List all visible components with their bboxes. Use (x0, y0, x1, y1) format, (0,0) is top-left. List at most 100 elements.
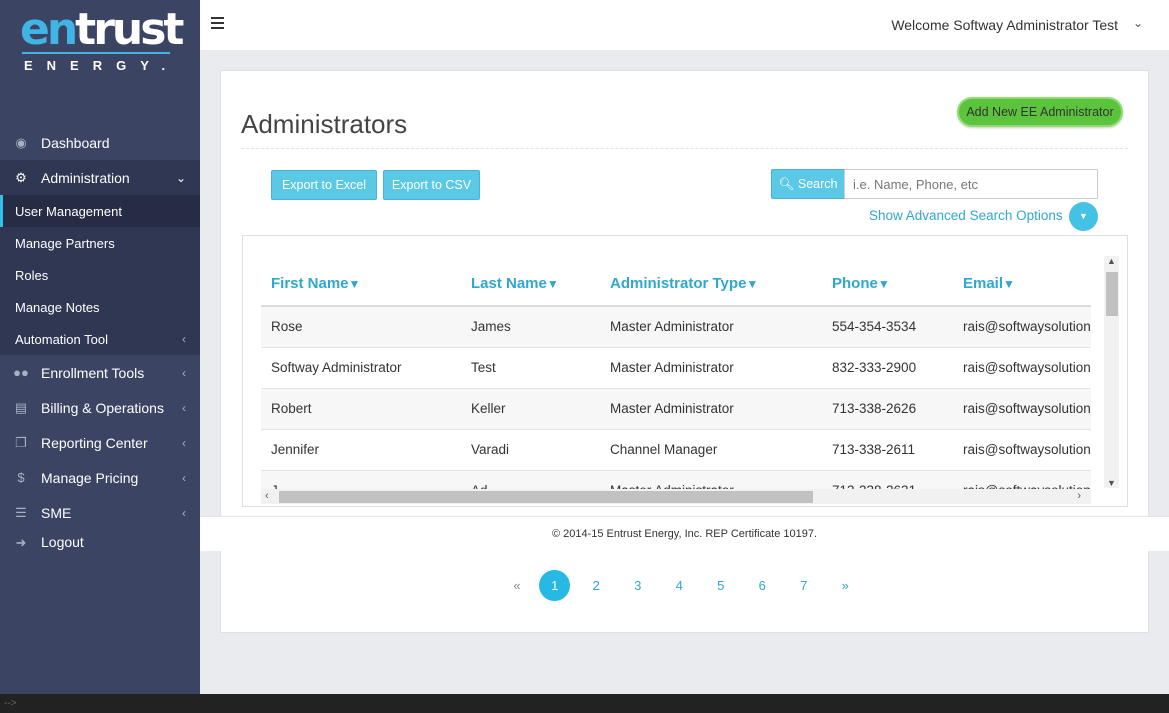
pagination-page-1[interactable]: 1 (534, 569, 576, 601)
filter-icon[interactable]: ▼ (746, 277, 758, 291)
cell-phone: 554-354-3534 (822, 306, 953, 348)
vertical-scroll-thumb[interactable] (1106, 272, 1118, 316)
cell-first-name: Rose (261, 306, 461, 348)
pagination-page-3[interactable]: 3 (617, 578, 659, 593)
sidebar-nav: ◉ Dashboard ⚙ Administration ⌄ User Mana… (0, 125, 200, 550)
column-header-last-name[interactable]: Last Name▼ (461, 262, 600, 307)
sidebar-subitem-label: User Management (15, 203, 122, 219)
current-page-indicator[interactable]: 1 (539, 569, 571, 601)
export-excel-button[interactable]: Export to Excel (271, 170, 377, 200)
pagination-page-7[interactable]: 7 (783, 578, 825, 593)
table-horizontal-scrollbar[interactable]: ‹ › (261, 489, 1091, 504)
billing-icon: ▤ (14, 399, 28, 415)
horizontal-scroll-thumb[interactable] (279, 491, 813, 503)
cell-last-name: Test (461, 347, 600, 389)
sidebar: entrust ENERGY. ◉ Dashboard ⚙ Administra… (0, 0, 200, 694)
cell-admin-type: Master Administrator (600, 388, 822, 430)
add-new-administrator-button[interactable]: Add New EE Administrator (957, 97, 1123, 127)
sidebar-item-dashboard[interactable]: ◉ Dashboard (0, 125, 200, 160)
table-row[interactable]: Jennifer Varadi Channel Manager 713-338-… (261, 429, 1091, 471)
pagination: « 1 2 3 4 5 6 7 » (500, 569, 867, 601)
sidebar-subitem-manage-partners[interactable]: Manage Partners (0, 227, 200, 259)
filter-icon[interactable]: ▼ (547, 277, 559, 291)
dashboard-icon: ◉ (15, 134, 27, 150)
column-header-email[interactable]: Email▼ (953, 262, 1091, 307)
table-vertical-scrollbar[interactable]: ▲ ▼ (1104, 256, 1119, 488)
page-footer: © 2014-15 Entrust Energy, Inc. REP Certi… (200, 516, 1169, 551)
sidebar-subitem-manage-notes[interactable]: Manage Notes (0, 291, 200, 323)
cell-last-name: Varadi (461, 429, 600, 471)
table-row[interactable]: J Ad Master Administrator 713-338-2631 r… (261, 470, 1091, 490)
cell-first-name: Robert (261, 388, 461, 430)
sidebar-subitem-label: Automation Tool (15, 331, 108, 347)
table-row[interactable]: Softway Administrator Test Master Admini… (261, 347, 1091, 389)
sidebar-item-logout[interactable]: ➜ Logout (0, 530, 200, 550)
sidebar-item-billing-operations[interactable]: ▤ Billing & Operations ‹ (0, 390, 200, 425)
sidebar-subitem-roles[interactable]: Roles (0, 259, 200, 291)
cell-first-name: J (261, 470, 461, 490)
sidebar-item-reporting-center[interactable]: ❐ Reporting Center ‹ (0, 425, 200, 460)
scroll-right-icon[interactable]: › (1077, 489, 1081, 504)
sidebar-item-label: Administration (41, 169, 130, 186)
sidebar-subitem-user-management[interactable]: User Management (0, 195, 200, 227)
cell-admin-type: Master Administrator (600, 306, 822, 348)
table-row[interactable]: Robert Keller Master Administrator 713-3… (261, 388, 1091, 430)
sidebar-subitem-label: Manage Notes (15, 299, 100, 315)
chevron-down-icon[interactable]: ⌄ (1133, 16, 1143, 30)
chevron-left-icon: ‹ (182, 332, 186, 346)
welcome-user-menu[interactable]: Welcome Softway Administrator Test (891, 17, 1118, 33)
sidebar-item-label: SME (41, 504, 72, 521)
pagination-prev[interactable]: « (500, 578, 534, 593)
entrust-logo[interactable]: entrust ENERGY. (20, 8, 184, 74)
chevron-down-icon: ⌄ (175, 170, 186, 185)
search-button-label: Search (797, 177, 838, 191)
top-bar: Welcome Softway Administrator Test ⌄ (200, 0, 1169, 50)
scroll-up-icon[interactable]: ▲ (1104, 256, 1119, 266)
filter-icon[interactable]: ▼ (1003, 277, 1015, 291)
cell-admin-type: Master Administrator (600, 470, 822, 490)
administrators-table: First Name▼ Last Name▼ Administrator Typ… (261, 262, 1091, 490)
title-divider (241, 148, 1128, 149)
sidebar-item-sme[interactable]: ☰ SME ‹ (0, 495, 200, 530)
copy-icon: ❐ (15, 434, 27, 450)
cell-admin-type: Channel Manager (600, 429, 822, 471)
administrators-table-container: First Name▼ Last Name▼ Administrator Typ… (242, 235, 1128, 507)
filter-icon[interactable]: ▼ (349, 277, 361, 291)
pagination-page-5[interactable]: 5 (700, 578, 742, 593)
sidebar-item-label: Enrollment Tools (41, 364, 145, 381)
sidebar-item-administration[interactable]: ⚙ Administration ⌄ (0, 160, 200, 195)
column-header-first-name[interactable]: First Name▼ (261, 262, 461, 307)
table-row[interactable]: Rose James Master Administrator 554-354-… (261, 306, 1091, 348)
pagination-page-6[interactable]: 6 (742, 578, 784, 593)
cell-email: rais@softwaysolutions.com (953, 470, 1091, 490)
users-icon: ●● (13, 364, 29, 380)
sidebar-item-manage-pricing[interactable]: $ Manage Pricing ‹ (0, 460, 200, 495)
search-input[interactable] (844, 169, 1098, 199)
sidebar-item-label: Logout (41, 534, 84, 550)
logo-text-en: en (20, 4, 78, 55)
advanced-search-toggle-icon[interactable]: ▼ (1069, 202, 1098, 231)
pagination-page-4[interactable]: 4 (659, 578, 701, 593)
column-header-administrator-type[interactable]: Administrator Type▼ (600, 262, 822, 307)
cell-last-name: James (461, 306, 600, 348)
export-csv-button[interactable]: Export to CSV (383, 170, 480, 200)
column-header-phone[interactable]: Phone▼ (822, 262, 953, 307)
pagination-page-2[interactable]: 2 (576, 578, 618, 593)
hamburger-menu-icon[interactable] (211, 17, 224, 29)
scroll-down-icon[interactable]: ▼ (1104, 478, 1119, 488)
search-button[interactable]: 🔍︎ Search (771, 169, 845, 199)
advanced-search-link[interactable]: Show Advanced Search Options (869, 208, 1063, 223)
cell-last-name: Ad (461, 470, 600, 490)
page-title: Administrators (241, 109, 408, 139)
filter-icon[interactable]: ▼ (878, 277, 890, 291)
logo-underline (22, 52, 170, 54)
cell-phone: 713-338-2611 (822, 429, 953, 471)
pagination-next[interactable]: » (825, 578, 867, 593)
logo-text-trust: trust (75, 4, 184, 55)
scroll-left-icon[interactable]: ‹ (265, 489, 269, 504)
table-header-row: First Name▼ Last Name▼ Administrator Typ… (261, 262, 1091, 307)
cell-email: rais@softwaysolutions.com (953, 429, 1091, 471)
cell-phone: 713-338-2631 (822, 470, 953, 490)
sidebar-subitem-automation-tool[interactable]: Automation Tool ‹ (0, 323, 200, 355)
sidebar-item-enrollment-tools[interactable]: ●● Enrollment Tools ‹ (0, 355, 200, 390)
